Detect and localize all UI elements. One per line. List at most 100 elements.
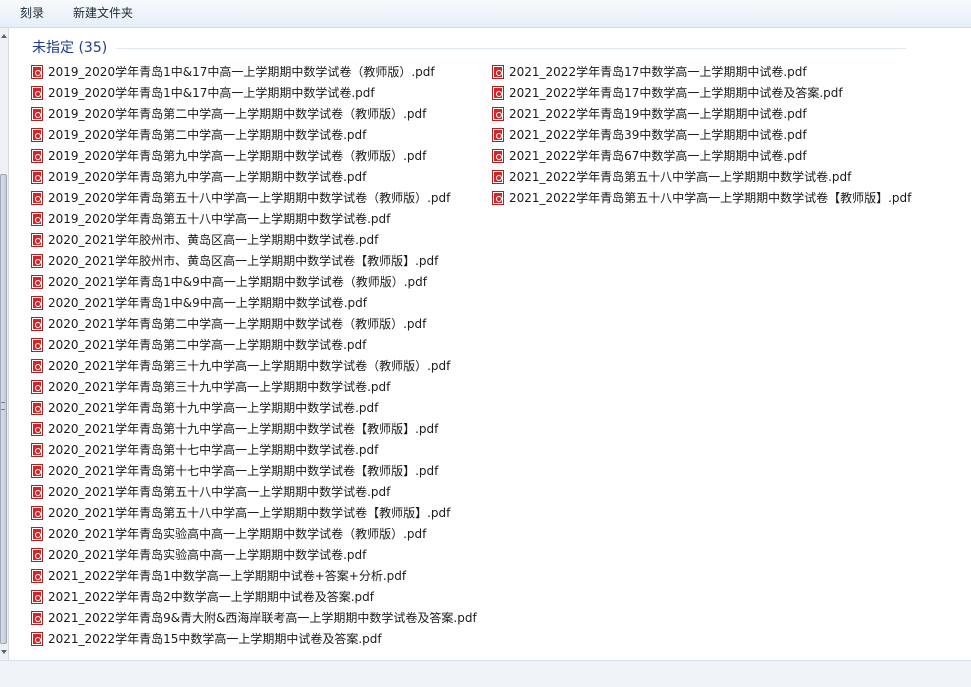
pdf-file-icon xyxy=(31,191,43,205)
pdf-file-icon xyxy=(492,149,504,163)
file-item[interactable]: 2020_2021学年胶州市、黄岛区高一上学期期中数学试卷【教师版】.pdf xyxy=(30,251,477,272)
file-item[interactable]: 2020_2021学年青岛第三十九中学高一上学期期中数学试卷（教师版）.pdf xyxy=(30,356,477,377)
pdf-file-icon xyxy=(31,485,43,499)
pdf-file-icon xyxy=(492,86,504,100)
file-name: 2020_2021学年青岛实验高中高一上学期期中数学试卷.pdf xyxy=(48,548,367,562)
group-header[interactable]: 未指定 (35) xyxy=(32,38,107,58)
file-name: 2021_2022学年青岛1中数学高一上学期期中试卷+答案+分析.pdf xyxy=(48,569,407,583)
file-item[interactable]: 2021_2022学年青岛第五十八中学高一上学期期中数学试卷.pdf xyxy=(491,167,911,188)
pdf-file-icon xyxy=(492,128,504,142)
file-name: 2020_2021学年青岛1中&9中高一上学期期中数学试卷（教师版）.pdf xyxy=(48,275,427,289)
file-name: 2021_2022学年青岛15中数学高一上学期期中试卷及答案.pdf xyxy=(48,632,382,646)
file-name: 2020_2021学年胶州市、黄岛区高一上学期期中数学试卷【教师版】.pdf xyxy=(48,254,439,268)
file-item[interactable]: 2020_2021学年青岛第十九中学高一上学期期中数学试卷.pdf xyxy=(30,398,477,419)
file-name: 2020_2021学年青岛第十七中学高一上学期期中数学试卷【教师版】.pdf xyxy=(48,464,439,478)
group-divider xyxy=(116,48,906,49)
file-name: 2019_2020学年青岛第五十八中学高一上学期期中数学试卷.pdf xyxy=(48,212,391,226)
file-item[interactable]: 2021_2022学年青岛17中数学高一上学期期中试卷.pdf xyxy=(491,62,911,83)
file-item[interactable]: 2021_2022学年青岛19中数学高一上学期期中试卷.pdf xyxy=(491,104,911,125)
file-item[interactable]: 2019_2020学年青岛第二中学高一上学期期中数学试卷（教师版）.pdf xyxy=(30,104,477,125)
file-name: 2021_2022学年青岛17中数学高一上学期期中试卷.pdf xyxy=(509,65,807,79)
pdf-file-icon xyxy=(31,86,43,100)
file-item[interactable]: 2021_2022学年青岛15中数学高一上学期期中试卷及答案.pdf xyxy=(30,629,477,650)
file-item[interactable]: 2021_2022学年青岛67中数学高一上学期期中试卷.pdf xyxy=(491,146,911,167)
file-name: 2020_2021学年青岛第二中学高一上学期期中数学试卷（教师版）.pdf xyxy=(48,317,427,331)
pdf-file-icon xyxy=(31,611,43,625)
pdf-file-icon xyxy=(31,212,43,226)
pdf-file-icon xyxy=(31,128,43,142)
file-name: 2021_2022学年青岛第五十八中学高一上学期期中数学试卷【教师版】.pdf xyxy=(509,191,912,205)
file-item[interactable]: 2020_2021学年青岛实验高中高一上学期期中数学试卷.pdf xyxy=(30,545,477,566)
pdf-file-icon xyxy=(31,275,43,289)
file-name: 2021_2022学年青岛17中数学高一上学期期中试卷及答案.pdf xyxy=(509,86,843,100)
file-item[interactable]: 2020_2021学年青岛第五十八中学高一上学期期中数学试卷.pdf xyxy=(30,482,477,503)
file-item[interactable]: 2020_2021学年青岛第三十九中学高一上学期期中数学试卷.pdf xyxy=(30,377,477,398)
file-name: 2021_2022学年青岛2中数学高一上学期期中试卷及答案.pdf xyxy=(48,590,374,604)
pdf-file-icon xyxy=(31,443,43,457)
file-column-left: 2019_2020学年青岛1中&17中高一上学期期中数学试卷（教师版）.pdf 2… xyxy=(30,62,477,650)
pdf-file-icon xyxy=(492,107,504,121)
file-name: 2021_2022学年青岛9&青大附&西海岸联考高一上学期期中数学试卷及答案.p… xyxy=(48,611,477,625)
pdf-file-icon xyxy=(31,548,43,562)
file-name: 2020_2021学年青岛第五十八中学高一上学期期中数学试卷.pdf xyxy=(48,485,391,499)
file-item[interactable]: 2019_2020学年青岛第二中学高一上学期期中数学试卷.pdf xyxy=(30,125,477,146)
file-item[interactable]: 2020_2021学年青岛第十七中学高一上学期期中数学试卷【教师版】.pdf xyxy=(30,461,477,482)
file-name: 2020_2021学年青岛第二中学高一上学期期中数学试卷.pdf xyxy=(48,338,367,352)
file-name: 2020_2021学年青岛第十九中学高一上学期期中数学试卷【教师版】.pdf xyxy=(48,422,439,436)
scroll-up-arrow-icon[interactable] xyxy=(1,34,7,38)
file-name: 2020_2021学年青岛第十九中学高一上学期期中数学试卷.pdf xyxy=(48,401,379,415)
pdf-file-icon xyxy=(31,317,43,331)
file-item[interactable]: 2020_2021学年青岛第十七中学高一上学期期中数学试卷.pdf xyxy=(30,440,477,461)
status-bar xyxy=(0,660,971,687)
file-item[interactable]: 2020_2021学年青岛第五十八中学高一上学期期中数学试卷【教师版】.pdf xyxy=(30,503,477,524)
file-item[interactable]: 2019_2020学年青岛第九中学高一上学期期中数学试卷.pdf xyxy=(30,167,477,188)
file-item[interactable]: 2019_2020学年青岛1中&17中高一上学期期中数学试卷.pdf xyxy=(30,83,477,104)
pdf-file-icon xyxy=(31,506,43,520)
pdf-file-icon xyxy=(31,233,43,247)
scroll-down-arrow-icon[interactable] xyxy=(1,650,7,654)
file-item[interactable]: 2020_2021学年青岛第二中学高一上学期期中数学试卷.pdf xyxy=(30,335,477,356)
file-item[interactable]: 2021_2022学年青岛第五十八中学高一上学期期中数学试卷【教师版】.pdf xyxy=(491,188,911,209)
file-name: 2020_2021学年青岛1中&9中高一上学期期中数学试卷.pdf xyxy=(48,296,367,310)
file-name: 2020_2021学年青岛第五十八中学高一上学期期中数学试卷【教师版】.pdf xyxy=(48,506,451,520)
pdf-file-icon xyxy=(31,296,43,310)
file-name: 2021_2022学年青岛67中数学高一上学期期中试卷.pdf xyxy=(509,149,807,163)
file-item[interactable]: 2019_2020学年青岛第五十八中学高一上学期期中数学试卷.pdf xyxy=(30,209,477,230)
file-item[interactable]: 2019_2020学年青岛1中&17中高一上学期期中数学试卷（教师版）.pdf xyxy=(30,62,477,83)
file-name: 2019_2020学年青岛1中&17中高一上学期期中数学试卷（教师版）.pdf xyxy=(48,65,435,79)
file-item[interactable]: 2021_2022学年青岛1中数学高一上学期期中试卷+答案+分析.pdf xyxy=(30,566,477,587)
file-name: 2020_2021学年青岛实验高中高一上学期期中数学试卷（教师版）.pdf xyxy=(48,527,427,541)
file-name: 2021_2022学年青岛39中数学高一上学期期中试卷.pdf xyxy=(509,128,807,142)
pdf-file-icon xyxy=(31,65,43,79)
file-item[interactable]: 2020_2021学年青岛第二中学高一上学期期中数学试卷（教师版）.pdf xyxy=(30,314,477,335)
file-name: 2019_2020学年青岛第九中学高一上学期期中数学试卷.pdf xyxy=(48,170,367,184)
vertical-scrollbar[interactable] xyxy=(0,28,9,660)
file-item[interactable]: 2019_2020学年青岛第五十八中学高一上学期期中数学试卷（教师版）.pdf xyxy=(30,188,477,209)
file-item[interactable]: 2021_2022学年青岛17中数学高一上学期期中试卷及答案.pdf xyxy=(491,83,911,104)
file-item[interactable]: 2020_2021学年青岛1中&9中高一上学期期中数学试卷（教师版）.pdf xyxy=(30,272,477,293)
file-item[interactable]: 2021_2022学年青岛39中数学高一上学期期中试卷.pdf xyxy=(491,125,911,146)
file-item[interactable]: 2020_2021学年青岛实验高中高一上学期期中数学试卷（教师版）.pdf xyxy=(30,524,477,545)
scrollbar-grip xyxy=(1,402,5,410)
pdf-file-icon xyxy=(492,170,504,184)
file-name: 2019_2020学年青岛第二中学高一上学期期中数学试卷（教师版）.pdf xyxy=(48,107,427,121)
pdf-file-icon xyxy=(492,191,504,205)
file-name: 2019_2020学年青岛1中&17中高一上学期期中数学试卷.pdf xyxy=(48,86,375,100)
pdf-file-icon xyxy=(31,464,43,478)
file-item[interactable]: 2021_2022学年青岛9&青大附&西海岸联考高一上学期期中数学试卷及答案.p… xyxy=(30,608,477,629)
new-folder-button[interactable]: 新建文件夹 xyxy=(71,4,135,22)
file-item[interactable]: 2021_2022学年青岛2中数学高一上学期期中试卷及答案.pdf xyxy=(30,587,477,608)
file-item[interactable]: 2020_2021学年青岛1中&9中高一上学期期中数学试卷.pdf xyxy=(30,293,477,314)
command-bar: 刻录 新建文件夹 xyxy=(0,0,971,28)
file-name: 2020_2021学年青岛第十七中学高一上学期期中数学试卷.pdf xyxy=(48,443,379,457)
file-item[interactable]: 2019_2020学年青岛第九中学高一上学期期中数学试卷（教师版）.pdf xyxy=(30,146,477,167)
file-name: 2020_2021学年青岛第三十九中学高一上学期期中数学试卷（教师版）.pdf xyxy=(48,359,451,373)
pdf-file-icon xyxy=(492,65,504,79)
pdf-file-icon xyxy=(31,590,43,604)
burn-button[interactable]: 刻录 xyxy=(18,4,46,22)
pdf-file-icon xyxy=(31,170,43,184)
pdf-file-icon xyxy=(31,569,43,583)
file-name: 2019_2020学年青岛第九中学高一上学期期中数学试卷（教师版）.pdf xyxy=(48,149,427,163)
file-item[interactable]: 2020_2021学年青岛第十九中学高一上学期期中数学试卷【教师版】.pdf xyxy=(30,419,477,440)
file-item[interactable]: 2020_2021学年胶州市、黄岛区高一上学期期中数学试卷.pdf xyxy=(30,230,477,251)
